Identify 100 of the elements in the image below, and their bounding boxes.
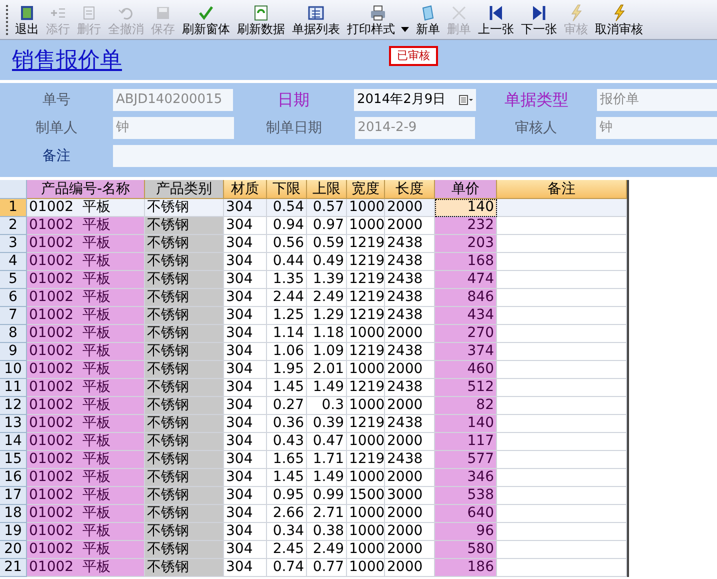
table-cell: 2000 [385,433,435,451]
table-cell: 2438 [385,253,435,271]
toolbar-button[interactable]: 退出 [13,4,41,39]
toolbar-button[interactable]: 取消审核 [593,4,645,39]
row-header[interactable]: 11 [0,379,27,397]
table-cell: 01002 平板 [27,343,145,361]
table-cell: 2438 [385,235,435,253]
row-header[interactable]: 5 [0,271,27,289]
table-cell: 2438 [385,289,435,307]
row-header[interactable]: 7 [0,307,27,325]
table-cell: 304 [224,217,267,235]
table-cell: 2.44 [267,289,307,307]
table-cell: 304 [224,289,267,307]
column-header[interactable]: 宽度 [347,180,385,199]
table-cell: 2000 [385,199,435,217]
table-cell: 1219 [347,253,385,271]
input-field[interactable] [113,145,717,167]
exit-icon [18,4,36,22]
table-cell: 2.01 [307,361,347,379]
row-header[interactable]: 14 [0,433,27,451]
toolbar-button[interactable]: 下一张 [519,4,559,39]
table-cell: 1000 [347,397,385,415]
row-header[interactable]: 15 [0,451,27,469]
toolbar-button[interactable]: 打印样式 [345,4,411,39]
table-cell: 不锈钢 [145,433,224,451]
date-picker[interactable]: 2014年2月9日 [354,89,476,111]
table-cell: 01002 平板 [27,397,145,415]
toolbar-button[interactable]: 新单 [414,4,442,39]
table-cell: 346 [435,469,497,487]
row-header[interactable]: 2 [0,217,27,235]
table-cell: 1.09 [307,343,347,361]
table-cell: 不锈钢 [145,379,224,397]
table-cell: 474 [435,271,497,289]
field-label: 日期 [276,89,311,111]
checkmark-icon [197,4,215,22]
table-cell: 1000 [347,541,385,559]
column-header[interactable]: 上限 [307,180,347,199]
row-header[interactable]: 21 [0,559,27,577]
table-cell: 0.36 [267,415,307,433]
table-cell: 不锈钢 [145,469,224,487]
table-cell: 1219 [347,307,385,325]
field-label: 审核人 [514,118,558,138]
table-cell: 1219 [347,415,385,433]
toolbar-button[interactable]: 单据列表 [290,4,342,39]
status-badge: 已审核 [389,46,438,66]
table-cell: 1219 [347,235,385,253]
row-header[interactable]: 10 [0,361,27,379]
table-cell: 538 [435,487,497,505]
column-header[interactable]: 下限 [267,180,307,199]
column-header[interactable]: 备注 [497,180,627,199]
table-cell: 01002 平板 [27,325,145,343]
toolbar-button[interactable]: 上一张 [476,4,516,39]
row-header[interactable]: 1 [0,199,27,217]
row-header[interactable]: 16 [0,469,27,487]
table-cell: 01002 平板 [27,451,145,469]
row-header[interactable]: 8 [0,325,27,343]
toolbar-button[interactable]: 刷新窗体 [180,4,232,39]
table-cell: 374 [435,343,497,361]
row-header[interactable]: 12 [0,397,27,415]
column-header[interactable]: 单价 [435,180,497,199]
table-cell: 1000 [347,217,385,235]
row-header[interactable]: 20 [0,541,27,559]
table-cell: 01002 平板 [27,415,145,433]
grid-corner[interactable] [0,180,27,199]
row-header[interactable]: 3 [0,235,27,253]
table-cell: 2000 [385,559,435,577]
table-cell: 0.27 [267,397,307,415]
row-header[interactable]: 9 [0,343,27,361]
table-cell: 0.74 [267,559,307,577]
table-cell: 1.95 [267,361,307,379]
column-header[interactable]: 长度 [385,180,435,199]
row-header[interactable]: 6 [0,289,27,307]
table-cell: 不锈钢 [145,343,224,361]
toolbar-button[interactable]: 刷新数据 [235,4,287,39]
row-header[interactable]: 4 [0,253,27,271]
table-cell: 不锈钢 [145,505,224,523]
row-header[interactable]: 19 [0,523,27,541]
column-header[interactable]: 产品编号-名称 [27,180,145,199]
table-cell: 2438 [385,307,435,325]
field-label: 制单日期 [265,118,324,138]
table-cell: 1.25 [267,307,307,325]
table-cell: 1.45 [267,379,307,397]
table-cell: 01002 平板 [27,469,145,487]
table-cell: 304 [224,199,267,217]
table-cell: 不锈钢 [145,415,224,433]
table-cell: 0.44 [267,253,307,271]
field-label: 制单人 [34,118,78,138]
table-cell: 3000 [385,487,435,505]
table-cell: 2000 [385,505,435,523]
table-cell: 01002 平板 [27,271,145,289]
row-header[interactable]: 13 [0,415,27,433]
table-cell: 01002 平板 [27,379,145,397]
column-header[interactable]: 材质 [224,180,267,199]
column-header[interactable]: 产品类别 [145,180,224,199]
table-cell: 0.43 [267,433,307,451]
row-header[interactable]: 18 [0,505,27,523]
row-header[interactable]: 17 [0,487,27,505]
table-cell: 2438 [385,343,435,361]
field-label: 备注 [42,146,72,166]
table-cell: 01002 平板 [27,289,145,307]
